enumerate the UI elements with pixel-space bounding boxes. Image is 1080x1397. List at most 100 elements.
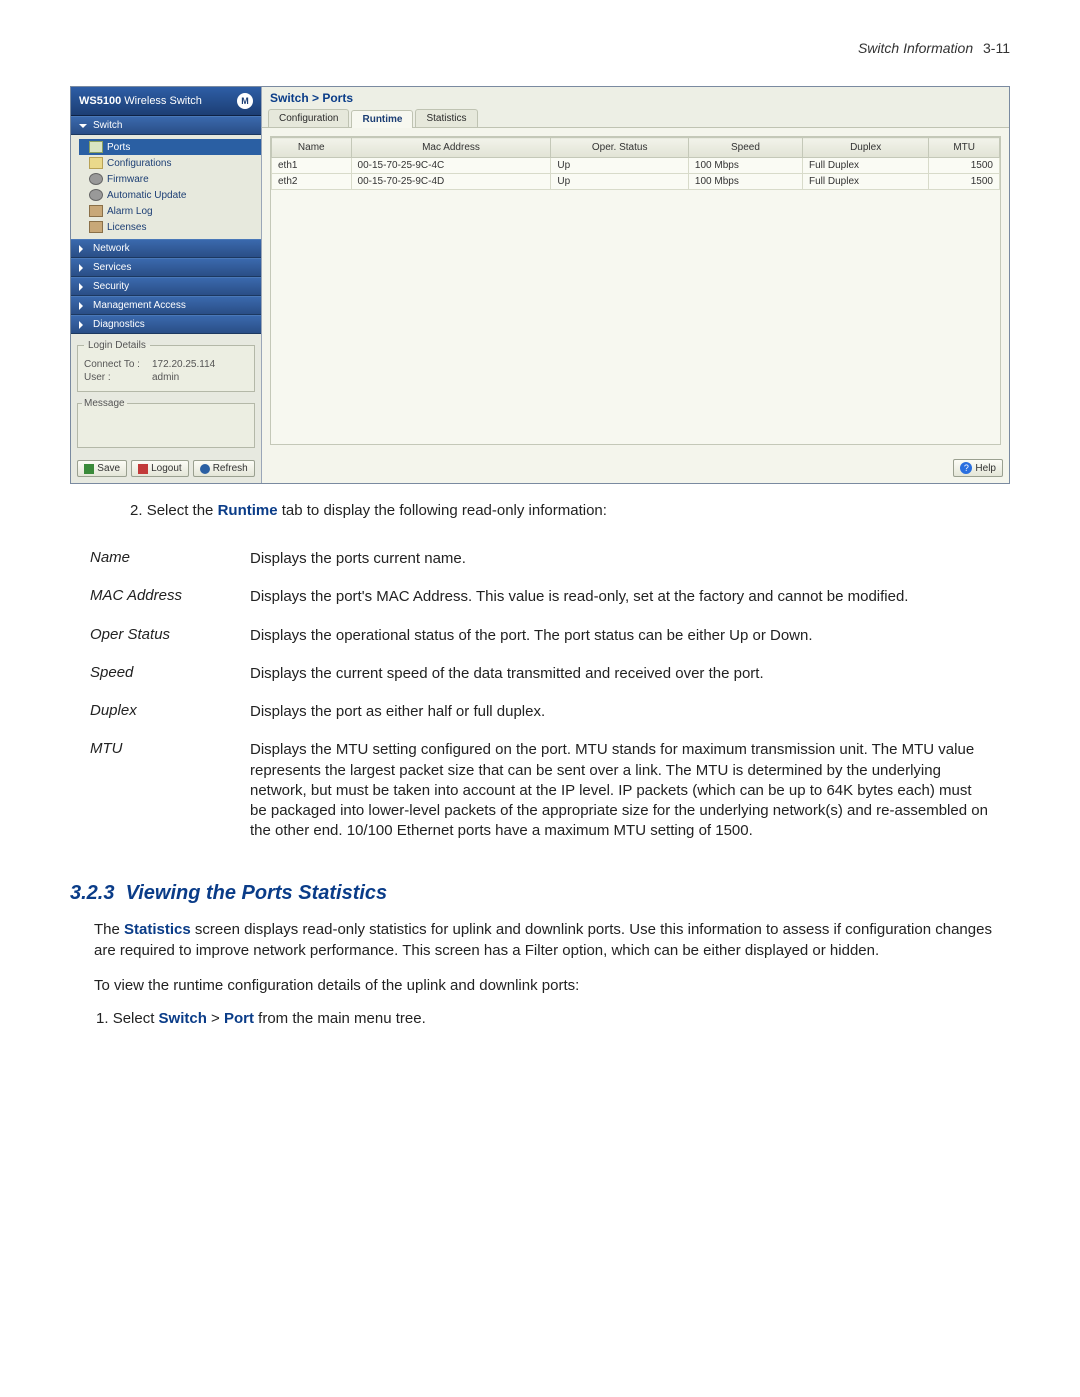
sidebar-item-firmware[interactable]: Firmware: [79, 171, 261, 187]
caret-right-icon: [79, 302, 87, 310]
help-icon: ?: [960, 462, 972, 474]
refresh-icon: [200, 464, 210, 474]
refresh-button[interactable]: Refresh: [193, 460, 255, 477]
nav-group-label: Services: [93, 262, 131, 273]
nav-group-services[interactable]: Services: [71, 258, 261, 277]
definition-row: Speed Displays the current speed of the d…: [90, 664, 990, 684]
definition-desc: Displays the port as either half or full…: [250, 702, 990, 722]
cell-mtu: 1500: [929, 174, 1000, 190]
step-1: 1. Select Switch > Port from the main me…: [116, 1010, 1010, 1027]
definition-row: NameDisplays the ports current name.: [90, 549, 990, 569]
login-connect-k: Connect To :: [84, 359, 146, 370]
col-speed[interactable]: Speed: [688, 138, 802, 158]
col-name[interactable]: Name: [272, 138, 352, 158]
definition-desc: Displays the port's MAC Address. This va…: [250, 587, 990, 607]
logout-button[interactable]: Logout: [131, 460, 189, 477]
login-user-k: User :: [84, 372, 146, 383]
cell-speed: 100 Mbps: [688, 174, 802, 190]
help-label: Help: [975, 463, 996, 474]
nav-group-label: Switch: [93, 120, 122, 131]
message-legend: Message: [82, 398, 127, 409]
definition-row: Duplex Displays the port as either half o…: [90, 702, 990, 722]
tab-configuration[interactable]: Configuration: [268, 109, 349, 127]
logout-label: Logout: [151, 463, 182, 474]
login-connect-v: 172.20.25.114: [152, 359, 215, 370]
definition-term: MAC Address: [90, 587, 220, 604]
definition-term: Duplex: [90, 702, 220, 719]
nav-group-label: Security: [93, 281, 129, 292]
sidebar: WS5100 Wireless Switch M Switch Ports Con…: [71, 87, 262, 483]
nav-group-label: Management Access: [93, 300, 186, 311]
nav-group-network[interactable]: Network: [71, 239, 261, 258]
instruction-step-2: 2. Select the Runtime tab to display the…: [130, 502, 1010, 519]
definition-row: MTUDisplays the MTU setting configured o…: [90, 740, 990, 841]
cell-mtu: 1500: [929, 158, 1000, 174]
cell-mac: 00-15-70-25-9C-4C: [351, 158, 551, 174]
gear-icon: [89, 173, 103, 185]
sidebar-item-alarm-log[interactable]: Alarm Log: [79, 203, 261, 219]
col-mtu[interactable]: MTU: [929, 138, 1000, 158]
definition-term: Name: [90, 549, 220, 566]
port-icon: [89, 141, 103, 153]
folder-icon: [89, 157, 103, 169]
sidebar-item-ports[interactable]: Ports: [79, 139, 261, 155]
table-row[interactable]: eth100-15-70-25-9C-4CUp100 MbpsFull Dupl…: [272, 158, 1000, 174]
cell-speed: 100 Mbps: [688, 158, 802, 174]
caret-down-icon: [79, 124, 87, 128]
nav-group-security[interactable]: Security: [71, 277, 261, 296]
sidebar-buttons: Save Logout Refresh: [71, 454, 261, 483]
nav-group-diagnostics[interactable]: Diagnostics: [71, 315, 261, 334]
definition-term: Oper Status: [90, 626, 220, 643]
cell-name: eth2: [272, 174, 352, 190]
sidebar-item-label: Ports: [107, 142, 130, 153]
logout-icon: [138, 464, 148, 474]
caret-right-icon: [79, 321, 87, 329]
col-oper-status[interactable]: Oper. Status: [551, 138, 688, 158]
definition-term: MTU: [90, 740, 220, 757]
nav-group-management-access[interactable]: Management Access: [71, 296, 261, 315]
tab-statistics[interactable]: Statistics: [415, 109, 477, 127]
nav-group-switch[interactable]: Switch: [71, 116, 261, 135]
section-heading: 3.2.3 Viewing the Ports Statistics: [70, 882, 1010, 905]
gear-icon: [89, 189, 103, 201]
tab-runtime[interactable]: Runtime: [351, 110, 413, 128]
nav-tree: Ports Configurations Firmware Automatic Upd…: [71, 135, 261, 239]
page-header: Switch Information 3-11: [70, 40, 1010, 56]
sidebar-item-label: Licenses: [107, 222, 146, 233]
section-para-2: To view the runtime configuration detail…: [94, 975, 1010, 996]
caret-right-icon: [79, 245, 87, 253]
sidebar-item-automatic-update[interactable]: Automatic Update: [79, 187, 261, 203]
cell-duplex: Full Duplex: [802, 174, 928, 190]
refresh-label: Refresh: [213, 463, 248, 474]
sidebar-item-label: Automatic Update: [107, 190, 187, 201]
definition-desc: Displays the current speed of the data t…: [250, 664, 990, 684]
sidebar-item-label: Firmware: [107, 174, 149, 185]
header-page: 3-11: [983, 40, 1010, 56]
login-details: Login Details Connect To :172.20.25.114 …: [77, 340, 255, 392]
cell-mac: 00-15-70-25-9C-4D: [351, 174, 551, 190]
cell-duplex: Full Duplex: [802, 158, 928, 174]
message-box: Message: [77, 398, 255, 448]
help-button[interactable]: ?Help: [953, 459, 1003, 477]
sidebar-item-licenses[interactable]: Licenses: [79, 219, 261, 235]
cell-oper: Up: [551, 158, 688, 174]
brand-bar: WS5100 Wireless Switch M: [71, 87, 261, 116]
header-label: Switch Information: [858, 40, 973, 56]
ports-table: NameMac AddressOper. StatusSpeedDuplexMT…: [271, 137, 1000, 190]
table-row[interactable]: eth200-15-70-25-9C-4DUp100 MbpsFull Dupl…: [272, 174, 1000, 190]
login-legend: Login Details: [84, 340, 150, 351]
caret-right-icon: [79, 283, 87, 291]
col-duplex[interactable]: Duplex: [802, 138, 928, 158]
nav-group-label: Network: [93, 243, 130, 254]
save-button[interactable]: Save: [77, 460, 127, 477]
sidebar-item-label: Configurations: [107, 158, 171, 169]
save-icon: [84, 464, 94, 474]
main-panel: Switch > Ports ConfigurationRuntimeStati…: [262, 87, 1009, 483]
col-mac-address[interactable]: Mac Address: [351, 138, 551, 158]
definition-term: Speed: [90, 664, 220, 681]
nav-group-label: Diagnostics: [93, 319, 145, 330]
sidebar-item-configurations[interactable]: Configurations: [79, 155, 261, 171]
definitions-list: NameDisplays the ports current name. MAC …: [90, 549, 990, 842]
disk-icon: [89, 205, 103, 217]
login-user-v: admin: [152, 372, 179, 383]
